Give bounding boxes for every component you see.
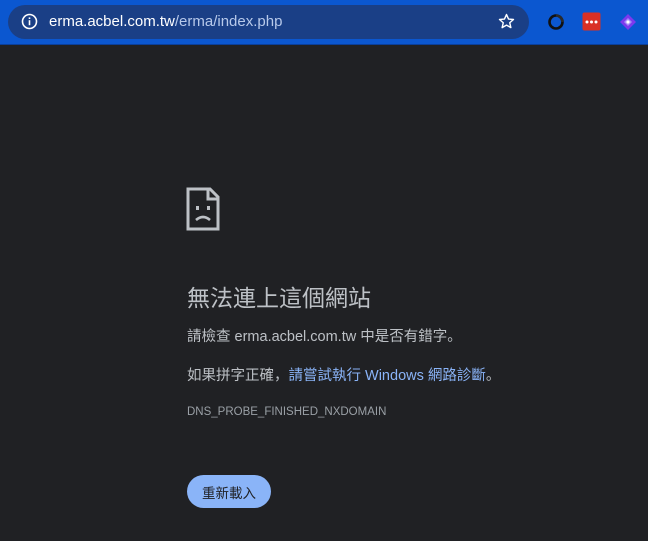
error-check-text: 請檢查 erma.acbel.com.tw 中是否有錯字。: [187, 325, 462, 346]
extension-purple-diamond-icon[interactable]: [617, 11, 639, 33]
url-host: erma.acbel.com.tw: [49, 13, 175, 30]
url-text[interactable]: erma.acbel.com.tw/erma/index.php: [49, 13, 282, 31]
error-suggestion-text: 如果拼字正確，請嘗試執行 Windows 網路診斷。: [187, 364, 500, 385]
spelling-suffix: 。: [485, 368, 501, 384]
error-title: 無法連上這個網站: [187, 285, 371, 311]
error-code: DNS_PROBE_FINISHED_NXDOMAIN: [187, 406, 387, 418]
extension-red-dots-icon[interactable]: [582, 12, 601, 31]
sad-document-icon: [186, 187, 220, 231]
info-icon[interactable]: [21, 13, 38, 30]
reload-button[interactable]: 重新載入: [187, 475, 271, 508]
browser-toolbar: erma.acbel.com.tw/erma/index.php: [0, 0, 648, 45]
bookmark-star-icon[interactable]: [497, 12, 516, 31]
check-host: erma.acbel.com.tw: [234, 329, 357, 345]
spelling-prefix: 如果拼字正確，: [187, 368, 289, 384]
error-page: 無法連上這個網站 請檢查 erma.acbel.com.tw 中是否有錯字。 如…: [0, 46, 648, 541]
check-suffix: 中是否有錯字。: [356, 329, 462, 345]
diagnostics-link[interactable]: 請嘗試執行 Windows 網路診斷: [289, 368, 486, 384]
address-bar[interactable]: erma.acbel.com.tw/erma/index.php: [8, 5, 529, 39]
extension-ring-icon[interactable]: [545, 11, 567, 33]
check-prefix: 請檢查: [187, 329, 235, 345]
url-path: /erma/index.php: [174, 13, 283, 30]
